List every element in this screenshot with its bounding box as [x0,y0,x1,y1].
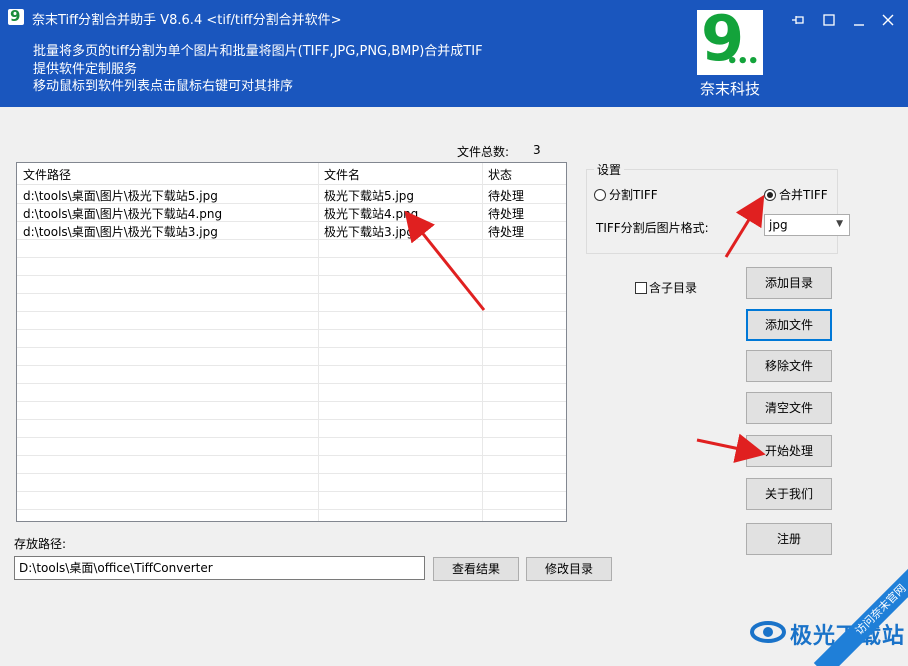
row-status: 待处理 [488,225,525,239]
row-name: 极光下载站3.jpg [324,225,415,239]
radio-indicator [594,188,606,201]
maximize-icon[interactable] [818,9,840,31]
close-icon[interactable] [877,9,899,31]
row-status: 待处理 [488,207,525,221]
description-line-3: 移动鼠标到软件列表点击鼠标右键可对其排序 [33,79,294,94]
list-header: 文件路径 文件名 状态 [17,163,566,521]
column-header-status[interactable]: 状态 [482,163,566,185]
window-title: 奈末Tiff分割合并助手 V8.6.4 <tif/tiff分割合并软件> [32,13,342,28]
chevron-down-icon: ▼ [836,219,843,229]
table-row[interactable]: d:\tools\桌面\图片\极光下载站5.jpg 极光下载站5.jpg 待处理 [17,187,566,205]
header-banner: 9 奈末Tiff分割合并助手 V8.6.4 <tif/tiff分割合并软件> 批… [0,0,908,107]
radio-merge-tiff[interactable]: 合并TIFF [764,186,828,203]
view-result-button[interactable]: 查看结果 [433,557,519,581]
table-row[interactable]: d:\tools\桌面\图片\极光下载站4.png 极光下载站4.png 待处理 [17,205,566,223]
radio-indicator-selected [764,188,776,201]
start-button[interactable]: 开始处理 [746,435,832,467]
include-subdir-checkbox[interactable]: 含子目录 [635,279,697,296]
row-name: 极光下载站5.jpg [324,189,415,203]
file-count-label: 文件总数: [457,145,510,159]
minimize-icon[interactable] [848,9,870,31]
file-count-value: 3 [533,143,541,157]
column-header-name[interactable]: 文件名 [318,163,483,185]
add-dir-button[interactable]: 添加目录 [746,267,832,299]
format-label: TIFF分割后图片格式: [596,221,709,235]
output-path-field[interactable]: D:\tools\桌面\office\TiffConverter [14,556,425,580]
settings-title: 设置 [594,161,625,178]
clear-file-button[interactable]: 清空文件 [746,392,832,424]
file-list[interactable]: 文件路径 文件名 状态 d:\tools\桌面\图片\极光下载站5.jpg 极光… [16,162,567,522]
app-icon: 9 [8,7,24,25]
remove-file-button[interactable]: 移除文件 [746,350,832,382]
row-path: d:\tools\桌面\图片\极光下载站3.jpg [23,225,218,239]
about-button[interactable]: 关于我们 [746,478,832,510]
format-select[interactable]: jpg ▼ [764,214,850,236]
column-header-path[interactable]: 文件路径 [17,163,319,185]
row-name: 极光下载站4.png [324,207,419,221]
row-path: d:\tools\桌面\图片\极光下载站4.png [23,207,223,221]
watermark-ribbon[interactable]: 访问奈末官网 [758,516,908,666]
checkbox-box [635,281,647,294]
settings-group [586,169,838,254]
description-line-1: 批量将多页的tiff分割为单个图片和批量将图片(TIFF,JPG,PNG,BMP… [33,44,483,59]
row-path: d:\tools\桌面\图片\极光下载站5.jpg [23,189,218,203]
pin-icon[interactable] [787,9,809,31]
brand-logo: 9 ••• [697,2,763,75]
radio-split-tiff[interactable]: 分割TIFF [594,186,658,203]
add-file-button[interactable]: 添加文件 [746,309,832,341]
row-status: 待处理 [488,189,525,203]
brand-name: 奈末科技 [699,80,760,98]
table-row[interactable]: d:\tools\桌面\图片\极光下载站3.jpg 极光下载站3.jpg 待处理 [17,223,566,241]
output-path-label: 存放路径: [14,537,67,551]
change-dir-button[interactable]: 修改目录 [526,557,612,581]
